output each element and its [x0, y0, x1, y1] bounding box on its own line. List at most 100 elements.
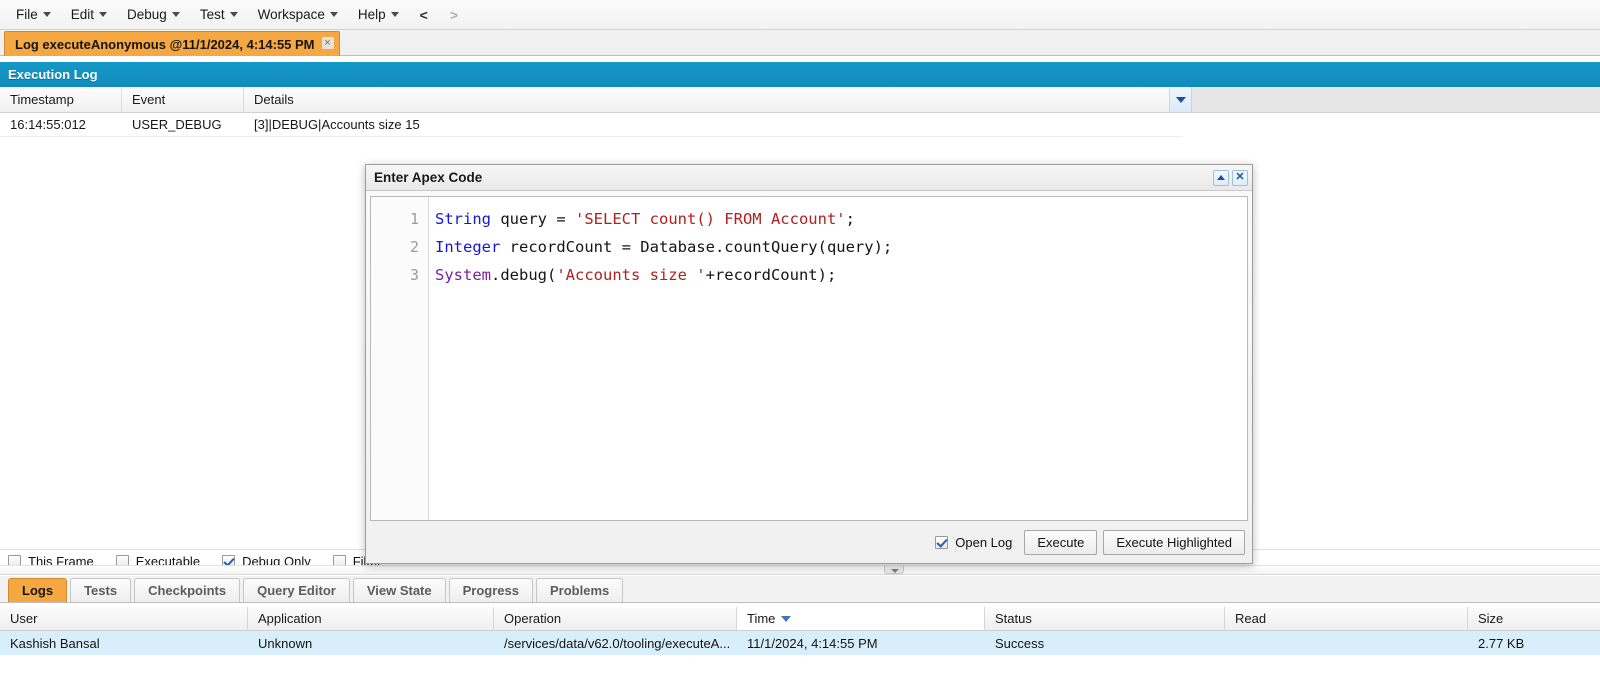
nav-previous-arrow[interactable]: < [409, 3, 439, 27]
sort-descending-icon [781, 615, 792, 622]
chevron-down-icon [891, 569, 899, 573]
grid-cell-operation: /services/data/v62.0/tooling/executeA... [504, 635, 731, 651]
execution-log-column-headers: Timestamp Event Details [0, 87, 1600, 113]
open-log-checkbox-wrap[interactable]: Open Log [935, 535, 1012, 550]
execution-log-title: Execution Log [8, 67, 98, 82]
close-icon: ✕ [1235, 171, 1245, 183]
menu-workspace-label: Workspace [257, 7, 325, 22]
execute-button[interactable]: Execute [1024, 529, 1098, 555]
column-header-details[interactable]: Details [244, 87, 1169, 112]
menu-bar: File Edit Debug Test Workspace Help < > [0, 0, 1600, 30]
bottom-tab-bar: Logs Tests Checkpoints Query Editor View… [0, 576, 1600, 603]
grid-cell-user: Kashish Bansal [10, 635, 100, 651]
checkbox-open-log[interactable] [935, 535, 949, 549]
dialog-footer: Open Log Execute Execute Highlighted [366, 521, 1252, 563]
grid-cell-application: Unknown [258, 635, 313, 651]
execute-highlighted-button[interactable]: Execute Highlighted [1103, 529, 1245, 555]
grid-cell-size: 2.77 KB [1478, 635, 1525, 651]
grid-column-application[interactable]: Application [248, 607, 494, 630]
grid-column-user[interactable]: User [0, 607, 248, 630]
details-dropdown-button[interactable] [1169, 87, 1191, 112]
column-header-event[interactable]: Event [122, 87, 244, 112]
document-tab-strip: Log executeAnonymous @11/1/2024, 4:14:55… [0, 30, 1600, 56]
code-token: recordCount = Database.countQuery(query)… [500, 238, 893, 256]
menu-file[interactable]: File [6, 3, 61, 26]
line-number-gutter: 1 2 3 [371, 197, 429, 520]
logs-grid-header: User Application Operation Time Status R… [0, 607, 1600, 631]
code-token: +recordCount); [705, 266, 837, 284]
log-cell-details: [3]|DEBUG|Accounts size 15 [254, 117, 420, 132]
dialog-title-bar[interactable]: Enter Apex Code ✕ [366, 165, 1252, 191]
grid-column-time-label: Time [747, 611, 776, 626]
code-text-area[interactable]: String query = 'SELECT count() FROM Acco… [429, 197, 1247, 520]
code-token: 'Accounts size ' [556, 266, 706, 284]
logs-grid-empty-area [0, 655, 1600, 690]
apex-code-editor[interactable]: 1 2 3 String query = 'SELECT count() FRO… [370, 196, 1248, 521]
dialog-title: Enter Apex Code [374, 170, 483, 185]
code-token: 'SELECT count() FROM Account' [575, 210, 846, 228]
logs-grid-row[interactable]: Kashish Bansal Unknown /services/data/v6… [0, 631, 1600, 655]
grid-column-status[interactable]: Status [985, 607, 1225, 630]
tab-checkpoints[interactable]: Checkpoints [134, 578, 241, 602]
document-tab-label: Log executeAnonymous @11/1/2024, 4:14:55… [15, 36, 315, 52]
nav-next-arrow[interactable]: > [439, 3, 469, 27]
line-number: 2 [409, 238, 419, 256]
code-token: System [435, 266, 491, 284]
menu-debug-label: Debug [127, 7, 167, 22]
menu-test[interactable]: Test [190, 3, 248, 26]
open-log-label: Open Log [955, 534, 1013, 550]
grid-column-read[interactable]: Read [1225, 607, 1468, 630]
code-line: System.debug('Accounts size '+recordCoun… [435, 261, 1247, 289]
collapse-triangle-icon [1217, 175, 1225, 180]
log-cell-timestamp: 16:14:55:012 [10, 117, 86, 132]
grid-column-size[interactable]: Size [1468, 607, 1600, 630]
menu-help[interactable]: Help [348, 3, 409, 26]
code-token: query = [491, 210, 575, 228]
menu-help-label: Help [357, 7, 386, 22]
tab-query-editor[interactable]: Query Editor [243, 578, 350, 602]
code-token: ; [845, 210, 855, 228]
tab-problems[interactable]: Problems [536, 578, 624, 602]
code-token: String [435, 210, 491, 228]
menu-debug[interactable]: Debug [117, 3, 190, 26]
execution-log-header: Execution Log [0, 62, 1600, 87]
line-number: 1 [409, 210, 419, 228]
tab-logs[interactable]: Logs [8, 578, 68, 602]
close-button[interactable]: ✕ [1232, 169, 1248, 186]
menu-file-label: File [16, 7, 38, 22]
code-line: Integer recordCount = Database.countQuer… [435, 233, 1247, 261]
tab-view-state[interactable]: View State [352, 578, 446, 602]
grid-cell-time: 11/1/2024, 4:14:55 PM [747, 635, 878, 651]
panel-splitter[interactable] [0, 565, 1600, 575]
chevron-down-icon [99, 12, 108, 17]
close-icon[interactable]: × [321, 37, 334, 49]
menu-workspace[interactable]: Workspace [248, 3, 348, 26]
grid-column-operation[interactable]: Operation [494, 607, 737, 630]
execution-log-header-filler [1191, 87, 1600, 112]
code-token: Integer [435, 238, 501, 256]
line-number: 3 [409, 266, 419, 284]
grid-cell-status: Success [995, 635, 1045, 651]
menu-edit[interactable]: Edit [61, 3, 117, 26]
code-token: .debug( [491, 266, 557, 284]
chevron-down-icon [329, 12, 338, 17]
document-tab-log[interactable]: Log executeAnonymous @11/1/2024, 4:14:55… [4, 31, 340, 56]
collapse-button[interactable] [1213, 169, 1229, 186]
column-header-timestamp[interactable]: Timestamp [0, 87, 122, 112]
chevron-down-icon [171, 12, 180, 17]
tab-tests[interactable]: Tests [70, 578, 132, 602]
column-header-details-label: Details [254, 92, 294, 107]
chevron-down-icon [390, 12, 399, 17]
apex-developer-console: File Edit Debug Test Workspace Help < > … [0, 0, 1600, 690]
tab-progress[interactable]: Progress [448, 578, 533, 602]
code-line: String query = 'SELECT count() FROM Acco… [435, 205, 1247, 233]
chevron-down-icon [42, 12, 51, 17]
execution-log-row[interactable]: 16:14:55:012 USER_DEBUG [3]|DEBUG|Accoun… [0, 113, 1183, 137]
menu-edit-label: Edit [70, 7, 95, 22]
chevron-down-icon [229, 12, 238, 17]
grid-column-time[interactable]: Time [737, 607, 985, 630]
chevron-down-icon [1175, 96, 1186, 103]
log-cell-event: USER_DEBUG [132, 117, 222, 132]
enter-apex-code-dialog: Enter Apex Code ✕ 1 2 3 String query = '… [365, 164, 1253, 564]
menu-test-label: Test [199, 7, 225, 22]
